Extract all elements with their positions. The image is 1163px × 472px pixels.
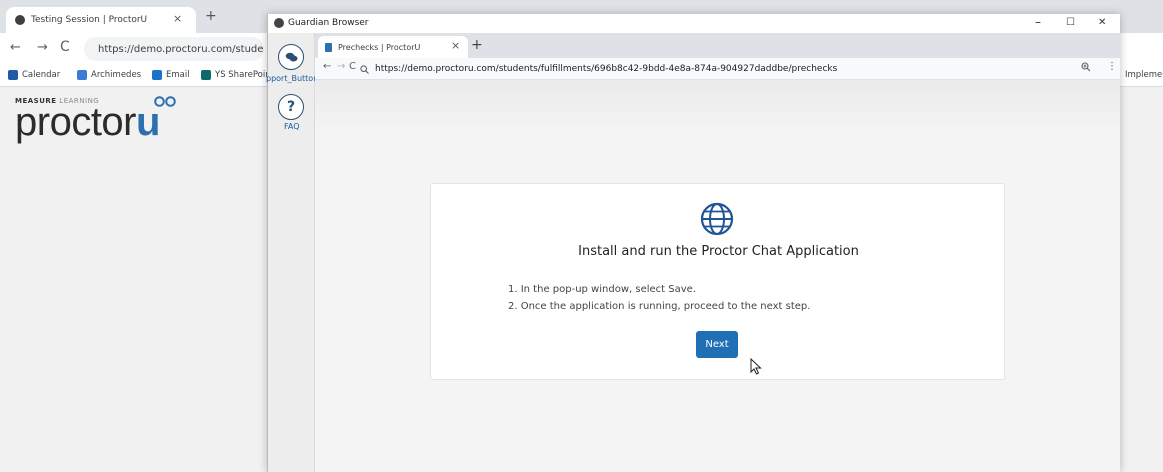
bookmark-label: Archimedes [91,70,142,80]
forward-arrow-icon[interactable]: → [37,40,48,55]
background-tab[interactable]: Testing Session | ProctorU × [6,7,196,33]
maximize-icon[interactable]: ☐ [1066,17,1075,28]
new-tab-button[interactable]: + [205,8,217,24]
mouse-cursor-icon [750,358,762,375]
window-close-icon[interactable]: ✕ [1098,17,1106,28]
outlook-icon [152,70,162,80]
reload-icon[interactable]: C [60,39,70,55]
faq-label: FAQ [284,122,300,131]
guardian-window-title: Guardian Browser [288,18,369,28]
proctoru-logo: MEASURE LEARNING proctoru [15,96,176,142]
guardian-tab-title: Prechecks | ProctorU [338,42,421,52]
more-options-icon[interactable]: ⋮ [1107,61,1117,72]
zoom-icon[interactable] [1081,62,1091,72]
card-title: Install and run the Proctor Chat Applica… [578,244,859,259]
guardian-url-text: https://demo.proctoru.com/students/fulfi… [375,64,838,74]
background-address-bar[interactable]: https://demo.proctoru.com/students [84,37,264,61]
bookmark-calendar[interactable]: Calendar [8,70,60,80]
support-button-label: pport_Button [266,74,319,83]
instruction-step: 2. Once the application is running, proc… [508,301,811,312]
faq-button[interactable]: ? [278,94,304,120]
archimedes-icon [77,70,87,80]
globe-icon [700,202,734,236]
chat-bubbles-icon [285,52,297,61]
back-arrow-icon[interactable]: ← [323,61,331,72]
prechecks-tab[interactable]: Prechecks | ProctorU × [318,36,468,58]
sharepoint-icon [201,70,211,80]
search-icon [360,64,369,74]
guardian-browser-window: Guardian Browser – ☐ ✕ pport_Button ? FA… [266,14,1120,472]
forward-arrow-icon[interactable]: → [337,61,345,72]
guardian-title-bar: Guardian Browser – ☐ ✕ [268,14,1120,33]
guardian-app-icon [274,18,284,28]
guardian-page-content: Install and run the Proctor Chat Applica… [315,80,1120,472]
guardian-tab-strip: Prechecks | ProctorU × + [315,33,1120,58]
guardian-sidebar: pport_Button ? FAQ [266,33,319,472]
minimize-icon[interactable]: – [1035,15,1041,29]
guardian-address-bar[interactable]: https://demo.proctoru.com/students/fulfi… [360,61,1085,77]
owl-eyes-icon [154,96,176,107]
question-mark-icon: ? [286,99,296,115]
background-tab-title: Testing Session | ProctorU [31,15,148,25]
background-url: https://demo.proctoru.com/students [98,43,264,55]
bookmark-email[interactable]: Email [152,70,190,80]
back-arrow-icon[interactable]: ← [10,40,21,55]
bookmark-overflow[interactable]: Implemen [1125,70,1163,80]
guardian-toolbar: ← → C https://demo.proctoru.com/students… [315,58,1120,80]
globe-icon [15,15,25,25]
support-chat-button[interactable] [278,44,304,70]
bookmark-sharepoint[interactable]: YS SharePoin [201,70,271,80]
bookmark-label: Calendar [22,70,61,80]
calendar-icon [8,70,18,80]
bookmark-label: YS SharePoin [215,70,271,80]
close-icon[interactable]: × [173,12,182,25]
precheck-card: Install and run the Proctor Chat Applica… [430,183,1005,380]
next-button[interactable]: Next [696,331,738,358]
bookmark-archimedes[interactable]: Archimedes [77,70,141,80]
new-tab-button[interactable]: + [471,37,483,53]
logo-brand-main: proctor [15,100,137,144]
bookmark-label: Email [166,70,190,80]
proctoru-favicon [325,42,332,52]
instruction-step: 1. In the pop-up window, select Save. [508,284,696,295]
instruction-list: 1. In the pop-up window, select Save. 2.… [508,281,810,315]
reload-icon[interactable]: C [349,61,356,72]
close-icon[interactable]: × [451,39,460,52]
